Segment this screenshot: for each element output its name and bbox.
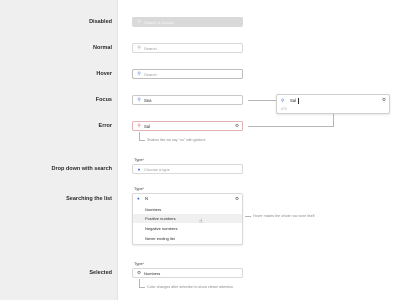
type-label: Type* bbox=[134, 186, 145, 191]
gear-icon[interactable]: ⚙ bbox=[235, 123, 239, 129]
text-caret bbox=[298, 98, 299, 104]
normal-placeholder: Search bbox=[144, 45, 157, 51]
selected-note: Color changes after selection to show vi… bbox=[147, 285, 234, 289]
focus-popover[interactable]: ⚲ Sal ⚙ d70 bbox=[276, 94, 390, 114]
search-typed-text: N bbox=[145, 196, 149, 201]
search-icon: ⚲ bbox=[281, 98, 285, 103]
dropdown-placeholder: Choose a type bbox=[144, 166, 170, 172]
popover-hint: d70 bbox=[281, 107, 287, 111]
connector-line bbox=[248, 126, 333, 127]
dropdown-icon: ● bbox=[137, 166, 141, 172]
gear-icon[interactable]: ⚙ bbox=[235, 196, 239, 202]
label-normal: Normal bbox=[93, 45, 112, 51]
disabled-placeholder: Search is locked bbox=[144, 19, 174, 25]
search-icon: ⚲ bbox=[137, 71, 141, 76]
error-note: Shakes like we say "no" with gesture bbox=[147, 138, 206, 142]
connector-line bbox=[139, 287, 145, 288]
connector-line bbox=[333, 114, 334, 127]
connector-line bbox=[139, 140, 145, 141]
popover-typed-text: Sal bbox=[290, 98, 297, 103]
label-error: Error bbox=[98, 123, 112, 129]
connector-line bbox=[245, 216, 251, 217]
type-label: Type* bbox=[134, 157, 145, 162]
label-hover: Hover bbox=[96, 71, 112, 77]
focus-typed-text: Sea bbox=[144, 97, 152, 103]
label-selected: Selected bbox=[89, 270, 112, 276]
dropdown-icon: ● bbox=[137, 196, 140, 201]
label-dropdown: Drop down with search bbox=[51, 166, 112, 172]
connector-line bbox=[248, 100, 276, 101]
list-item[interactable]: Never ending list bbox=[133, 234, 242, 243]
search-input-error[interactable]: ⚲ Sal ⚙ bbox=[132, 121, 243, 131]
search-icon: ⚲ bbox=[137, 19, 141, 24]
list-item[interactable]: Negative numbers bbox=[133, 224, 242, 233]
search-input-hover[interactable]: ⚲ Search bbox=[132, 69, 243, 79]
type-dropdown-selected[interactable]: ⚙ Numbers bbox=[132, 268, 243, 278]
label-searching: Searching the list bbox=[66, 196, 112, 202]
selected-value: Numbers bbox=[144, 270, 161, 276]
label-focus: Focus bbox=[95, 97, 112, 103]
search-icon: ⚲ bbox=[137, 45, 141, 50]
type-label: Type* bbox=[134, 261, 145, 266]
hover-placeholder: Search bbox=[144, 71, 157, 77]
gear-icon[interactable]: ⚙ bbox=[382, 97, 386, 103]
hand-cursor-icon: ☝ bbox=[199, 219, 203, 225]
search-icon: ⚲ bbox=[137, 97, 141, 102]
search-input-focus[interactable]: ⚲ Sea bbox=[132, 95, 243, 105]
search-dropdown-list[interactable]: ● N ⚙ Numbers Positive numbers Negative … bbox=[132, 193, 243, 245]
error-typed-text: Sal bbox=[144, 123, 151, 129]
search-input-normal[interactable]: ⚲ Search bbox=[132, 43, 243, 53]
selected-type-icon: ⚙ bbox=[136, 270, 142, 275]
type-dropdown[interactable]: ● Choose a type bbox=[132, 164, 243, 174]
search-input-disabled: ⚲ Search is locked bbox=[132, 17, 243, 27]
search-icon: ⚲ bbox=[137, 123, 141, 128]
label-disabled: Disabled bbox=[89, 19, 112, 25]
list-item[interactable]: Numbers bbox=[133, 205, 242, 214]
list-item-hovered[interactable]: Positive numbers bbox=[133, 214, 242, 223]
hover-note: Hover makes the whole row zone itself bbox=[253, 214, 315, 218]
